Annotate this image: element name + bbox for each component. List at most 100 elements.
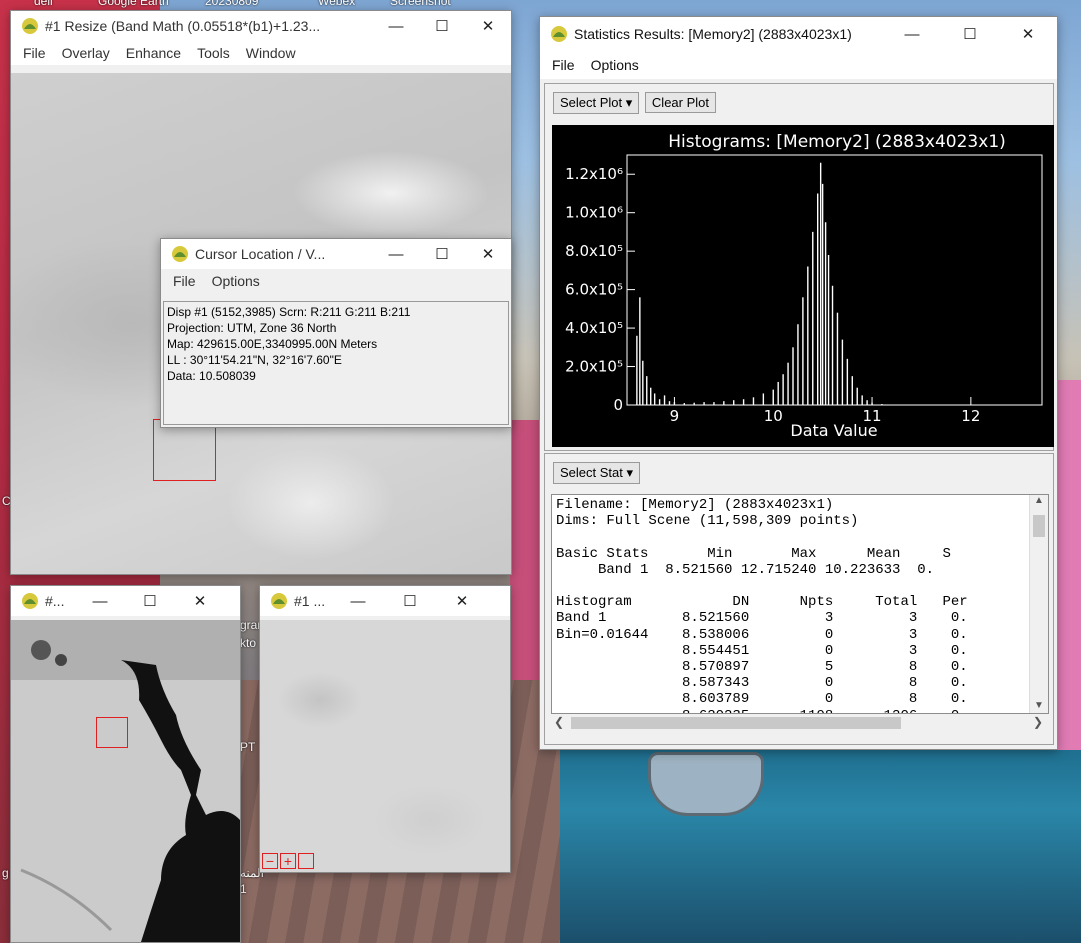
menu-enhance[interactable]: Enhance [118,45,189,61]
statistics-results-window[interactable]: Statistics Results: [Memory2] (2883x4023… [539,16,1058,750]
close-button[interactable]: ✕ [465,239,511,269]
scroll-window[interactable]: #... — ☐ ✕ [10,585,241,943]
cursor-projection-line: Projection: UTM, Zone 36 North [167,321,337,335]
scroll-thumb[interactable] [1033,515,1045,537]
clear-plot-button[interactable]: Clear Plot [644,92,716,113]
x-tick-label: 12 [961,407,980,425]
menu-overlay[interactable]: Overlay [54,45,118,61]
desktop-icon-label[interactable]: dell [34,0,53,8]
maximize-button[interactable]: ☐ [125,586,175,616]
scroll-overview-image[interactable] [11,620,240,942]
title-bar[interactable]: #1 ... — ☐ ✕ [260,586,510,616]
desktop-icon-label[interactable]: 1 [240,882,247,896]
menu-file[interactable]: File [544,57,583,73]
desktop-icon-label[interactable]: kto [240,636,256,650]
cursor-map-line: Map: 429615.00E,3340995.00N Meters [167,337,378,351]
window-title: Statistics Results: [Memory2] (2883x4023… [574,26,852,42]
histogram-bars [636,162,893,405]
envi-app-icon [22,18,38,34]
window-title: #1 Resize (Band Math (0.05518*(b1)+1.23.… [45,18,321,34]
cursor-display-line: Disp #1 (5152,3985) Scrn: R:211 G:211 B:… [167,305,411,319]
cursor-info-panel: Disp #1 (5152,3985) Scrn: R:211 G:211 B:… [163,301,509,425]
stats-line: Band 1 8.521560 12.715240 10.223633 0. [556,561,935,578]
histogram-plot[interactable]: Histograms: [Memory2] (2883x4023x1) Data… [552,125,1054,447]
y-tick-label: 8.0x10⁵ [565,242,623,260]
zoom-indicator-box[interactable] [153,419,216,481]
cursor-latlon-line: LL : 30°11'54.21"N, 32°16'7.60"E [167,353,342,367]
select-plot-button[interactable]: Select Plot ▾ [553,92,640,114]
scroll-down-icon[interactable]: ▼ [1030,700,1048,711]
maximize-button[interactable]: ☐ [419,239,465,269]
zoom-image[interactable]: − + [260,620,510,872]
minimize-button[interactable]: — [373,11,419,41]
scroll-up-icon[interactable]: ▲ [1030,495,1048,513]
title-bar[interactable]: #... — ☐ ✕ [11,586,240,616]
menu-tools[interactable]: Tools [189,45,238,61]
y-tick-label: 2.0x10⁵ [565,358,623,376]
minimize-button[interactable]: — [373,239,419,269]
wallpaper-pink-house-right [1056,380,1081,800]
title-bar[interactable]: #1 Resize (Band Math (0.05518*(b1)+1.23.… [11,11,511,41]
wallpaper-boat [648,752,764,816]
title-bar[interactable]: Cursor Location / V... — ☐ ✕ [161,239,511,269]
minimize-button[interactable]: — [883,19,941,49]
close-button[interactable]: ✕ [465,11,511,41]
stats-report: Filename: [Memory2] (2883x4023x1) Dims: F… [552,495,1048,713]
scroll-view-box[interactable] [96,717,128,748]
envi-app-icon [271,593,287,609]
stats-line: Filename: [Memory2] (2883x4023x1) [556,497,834,513]
maximize-button[interactable]: ☐ [419,11,465,41]
horizontal-scrollbar[interactable]: ❮ ❯ [551,714,1047,732]
maximize-button[interactable]: ☐ [941,19,999,49]
scroll-thumb[interactable] [571,717,901,729]
close-button[interactable]: ✕ [175,586,225,616]
y-tick-label: 1.0x10⁶ [565,204,623,222]
vertical-scrollbar[interactable]: ▲ ▼ [1029,495,1048,713]
zoom-out-icon[interactable]: − [262,853,278,869]
zoom-in-icon[interactable]: + [280,853,296,869]
desktop-icon-label[interactable]: Screenshot [390,0,451,8]
desktop-icon-label[interactable]: Google Earth [98,0,169,8]
zoom-controls: − + [262,853,314,869]
maximize-button[interactable]: ☐ [384,586,436,616]
close-button[interactable]: ✕ [999,19,1057,49]
menu-bar: File Options [161,269,511,293]
menu-file[interactable]: File [15,45,54,61]
desktop-icon-label[interactable]: g [2,866,9,880]
stats-line: 8.554451 0 3 0. [556,642,968,659]
scroll-right-icon[interactable]: ❯ [1033,715,1043,729]
stats-text-area[interactable]: Filename: [Memory2] (2883x4023x1) Dims: F… [551,494,1049,714]
x-tick-label: 11 [863,407,882,425]
stats-line: Bin=0.01644 8.538006 0 3 0. [556,626,968,643]
desktop-icon-label[interactable]: Webex [318,0,355,8]
zoom-window[interactable]: #1 ... — ☐ ✕ − + [259,585,511,873]
y-tick-label: 0 [613,396,623,414]
cursor-location-window[interactable]: Cursor Location / V... — ☐ ✕ File Option… [160,238,512,428]
window-title: #1 ... [294,593,326,609]
stats-panel: Select Stat ▾ Filename: [Memory2] (2883x… [544,453,1054,745]
minimize-button[interactable]: — [332,586,384,616]
menu-options[interactable]: Options [204,273,268,289]
menu-options[interactable]: Options [583,57,647,73]
desktop-icon-label[interactable]: PT [240,740,255,754]
title-bar[interactable]: Statistics Results: [Memory2] (2883x4023… [540,17,1057,51]
stats-line [556,578,1044,594]
select-stat-button[interactable]: Select Stat ▾ [553,462,641,484]
stats-line: Basic Stats Min Max Mean S [556,545,951,562]
overview-image-drawing [11,620,240,942]
close-button[interactable]: ✕ [436,586,488,616]
cursor-data-line: Data: 10.508039 [167,369,256,383]
menu-file[interactable]: File [165,273,204,289]
plot-frame [626,154,1043,406]
envi-app-icon [22,593,38,609]
envi-app-icon [551,26,567,42]
stats-line: Dims: Full Scene (11,598,309 points) [556,513,859,530]
histogram-chart: Histograms: [Memory2] (2883x4023x1) Data… [565,132,1043,440]
minimize-button[interactable]: — [75,586,125,616]
crosshair-toggle-icon[interactable] [298,853,314,869]
scroll-left-icon[interactable]: ❮ [554,715,564,729]
desktop-icon-label[interactable]: 20230809 [205,0,258,8]
y-tick-label: 6.0x10⁵ [565,281,623,299]
envi-app-icon [172,246,188,262]
menu-window[interactable]: Window [238,45,304,61]
